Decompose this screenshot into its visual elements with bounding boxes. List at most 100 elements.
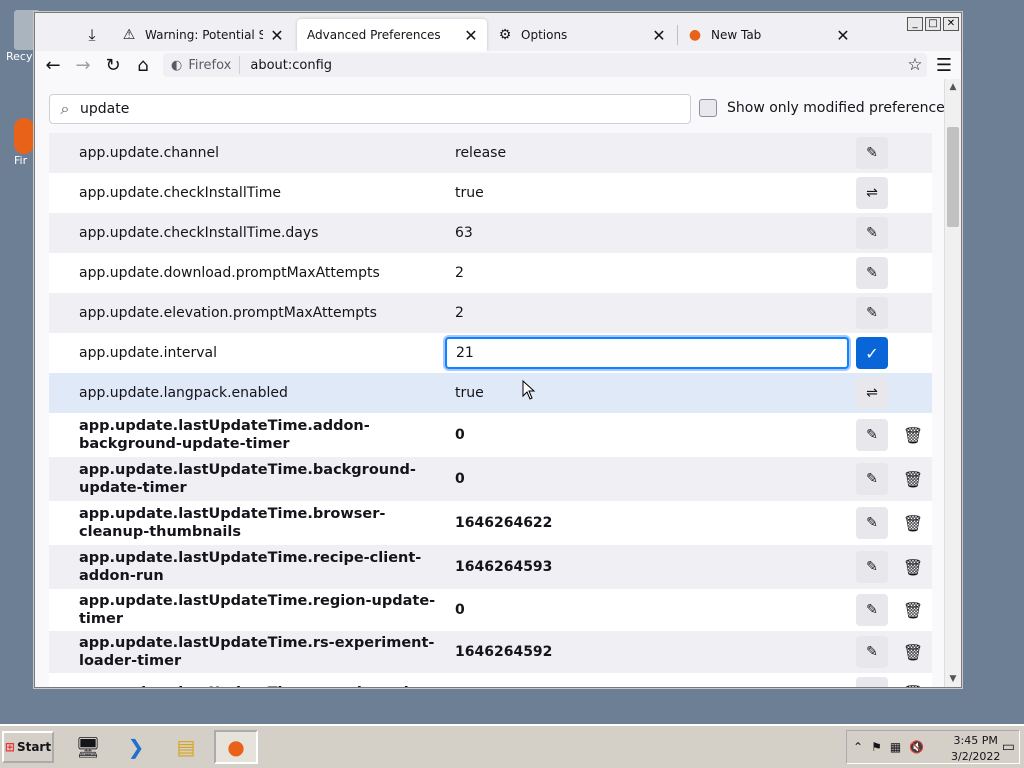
home-button[interactable]: ⌂ xyxy=(130,53,156,77)
identity-box[interactable]: ◐ Firefox xyxy=(163,56,241,74)
pref-row[interactable]: app.update.checkInstallTime true ⇌ xyxy=(49,173,932,213)
pref-row[interactable]: app.update.channel release ✎ xyxy=(49,133,932,173)
delete-button[interactable]: 🗑 xyxy=(898,677,928,688)
pencil-icon: ✎ xyxy=(866,602,878,618)
pref-value: 1646264622 xyxy=(455,515,553,531)
pref-value: release xyxy=(455,145,507,161)
edit-button[interactable]: ✎ xyxy=(856,419,888,451)
edit-button[interactable]: ✎ xyxy=(856,217,888,249)
scroll-up-arrow-icon[interactable]: ▲ xyxy=(945,79,961,95)
show-modified-checkbox[interactable]: Show only modified preferences xyxy=(699,99,952,117)
edit-button[interactable]: ✎ xyxy=(856,257,888,289)
trash-icon: 🗑 xyxy=(902,469,924,489)
reload-icon: ↻ xyxy=(105,54,121,76)
desktop-icon-label: Fir xyxy=(14,154,28,167)
tab-advanced-preferences[interactable]: Advanced Preferences ✕ xyxy=(297,19,487,51)
tab-label: Warning: Potential Security xyxy=(145,28,263,42)
firefox-icon: ● xyxy=(688,27,702,43)
pref-row[interactable]: app.update.langpack.enabled true ⇌ xyxy=(49,373,932,413)
search-input[interactable]: update xyxy=(80,101,129,117)
pref-row[interactable]: app.update.lastUpdateTime.background-upd… xyxy=(49,457,932,501)
close-icon[interactable]: ✕ xyxy=(835,26,851,45)
pref-row[interactable]: app.update.lastUpdateTime.region-update-… xyxy=(49,589,932,631)
pref-value: 1646264592 xyxy=(455,644,553,660)
edit-button[interactable]: ✎ xyxy=(856,551,888,583)
delete-button[interactable]: 🗑 xyxy=(898,463,928,495)
tab-separator xyxy=(677,25,678,45)
clock[interactable]: 3:45 PM 3/2/2022 xyxy=(951,733,1000,765)
server-manager-button[interactable]: 🖥 xyxy=(70,730,106,764)
edit-button[interactable]: ✎ xyxy=(856,463,888,495)
save-button[interactable]: ✓ xyxy=(856,337,888,369)
tab-new-tab[interactable]: ● New Tab ✕ xyxy=(679,19,859,51)
pref-value-input[interactable]: 21 xyxy=(445,337,849,369)
powershell-button[interactable]: ❯ xyxy=(118,730,154,764)
url-bar[interactable]: ◐ Firefox about:config ☆ xyxy=(163,53,927,77)
checkbox[interactable] xyxy=(699,99,717,117)
pref-row[interactable]: app.update.lastUpdateTime.addon-backgrou… xyxy=(49,413,932,457)
search-icon: ⌕ xyxy=(60,99,70,118)
toggle-button[interactable]: ⇌ xyxy=(856,377,888,409)
trash-icon: 🗑 xyxy=(902,425,924,445)
close-icon[interactable]: ✕ xyxy=(269,26,285,45)
url-text[interactable]: about:config xyxy=(240,58,903,73)
pref-row[interactable]: app.update.lastUpdateTime.search-engine ✎… xyxy=(49,673,932,687)
back-button[interactable]: ← xyxy=(40,53,66,77)
taskbar: ⊞ Start 🖥 ❯ ▤ ● ⌃ ⚑ ▦ 🔇 3:45 PM 3/2/2022… xyxy=(0,724,1024,768)
windows-logo-icon: ⊞ xyxy=(4,740,15,754)
pencil-icon: ✎ xyxy=(866,515,878,531)
delete-button[interactable]: 🗑 xyxy=(898,419,928,451)
pref-row[interactable]: app.update.lastUpdateTime.recipe-client-… xyxy=(49,545,932,589)
scrollbar-thumb[interactable] xyxy=(947,127,959,227)
edit-button[interactable]: ✎ xyxy=(856,507,888,539)
edit-button[interactable]: ✎ xyxy=(856,297,888,329)
reload-button[interactable]: ↻ xyxy=(100,53,126,77)
pref-name: app.update.lastUpdateTime.background-upd… xyxy=(79,462,416,496)
pref-value: 2 xyxy=(455,305,464,321)
network-icon[interactable]: ▦ xyxy=(890,740,901,754)
bookmark-star-icon[interactable]: ☆ xyxy=(903,55,927,75)
pref-row[interactable]: app.update.lastUpdateTime.browser-cleanu… xyxy=(49,501,932,545)
toggle-button[interactable]: ⇌ xyxy=(856,177,888,209)
maximize-button[interactable]: □ xyxy=(925,17,941,31)
firefox-taskbar-button[interactable]: ● xyxy=(214,730,258,764)
edit-button[interactable]: ✎ xyxy=(856,137,888,169)
file-explorer-button[interactable]: ▤ xyxy=(168,730,204,764)
scroll-down-arrow-icon[interactable]: ▼ xyxy=(945,671,961,687)
volume-muted-icon[interactable]: 🔇 xyxy=(909,740,924,754)
vertical-scrollbar[interactable]: ▲ ▼ xyxy=(944,79,961,687)
pref-name: app.update.lastUpdateTime.recipe-client-… xyxy=(79,550,422,584)
edit-button[interactable]: ✎ xyxy=(856,594,888,626)
edit-button[interactable]: ✎ xyxy=(856,636,888,668)
trash-icon: 🗑 xyxy=(903,684,923,688)
delete-button[interactable]: 🗑 xyxy=(898,636,928,668)
tab-options[interactable]: ⚙ Options ✕ xyxy=(489,19,675,51)
delete-button[interactable]: 🗑 xyxy=(898,507,928,539)
delete-button[interactable]: 🗑 xyxy=(898,551,928,583)
pref-row[interactable]: app.update.lastUpdateTime.rs-experiment-… xyxy=(49,631,932,673)
downloads-button[interactable]: ⤓ xyxy=(73,19,111,51)
minimize-button[interactable]: _ xyxy=(907,17,923,31)
pref-row[interactable]: app.update.interval 21 ✓ xyxy=(49,333,932,373)
powershell-icon: ❯ xyxy=(127,735,145,759)
pencil-icon: ✎ xyxy=(866,265,878,281)
show-hidden-icons-icon[interactable]: ⌃ xyxy=(853,740,863,754)
close-window-button[interactable]: ✕ xyxy=(943,17,959,31)
delete-button[interactable]: 🗑 xyxy=(898,594,928,626)
edit-button[interactable]: ✎ xyxy=(856,677,888,687)
pref-row[interactable]: app.update.elevation.promptMaxAttempts 2 ✎ xyxy=(49,293,932,333)
close-icon[interactable]: ✕ xyxy=(651,26,667,45)
pref-row[interactable]: app.update.download.promptMaxAttempts 2 ✎ xyxy=(49,253,932,293)
start-button[interactable]: ⊞ Start xyxy=(2,731,54,763)
close-icon[interactable]: ✕ xyxy=(463,26,479,45)
app-menu-button[interactable]: ☰ xyxy=(931,53,957,77)
search-box[interactable]: ⌕ update xyxy=(49,94,691,124)
desktop-icon-firefox[interactable]: Fir xyxy=(14,118,34,167)
tab-security-warning[interactable]: ⚠ Warning: Potential Security ✕ xyxy=(113,19,293,51)
flag-icon[interactable]: ⚑ xyxy=(871,740,882,754)
preferences-table: app.update.channel release ✎ app.update.che… xyxy=(49,133,932,687)
forward-button[interactable]: → xyxy=(70,53,96,77)
pencil-icon: ✎ xyxy=(866,559,878,575)
show-desktop-icon[interactable]: ▭ xyxy=(1002,739,1015,755)
pref-row[interactable]: app.update.checkInstallTime.days 63 ✎ xyxy=(49,213,932,253)
